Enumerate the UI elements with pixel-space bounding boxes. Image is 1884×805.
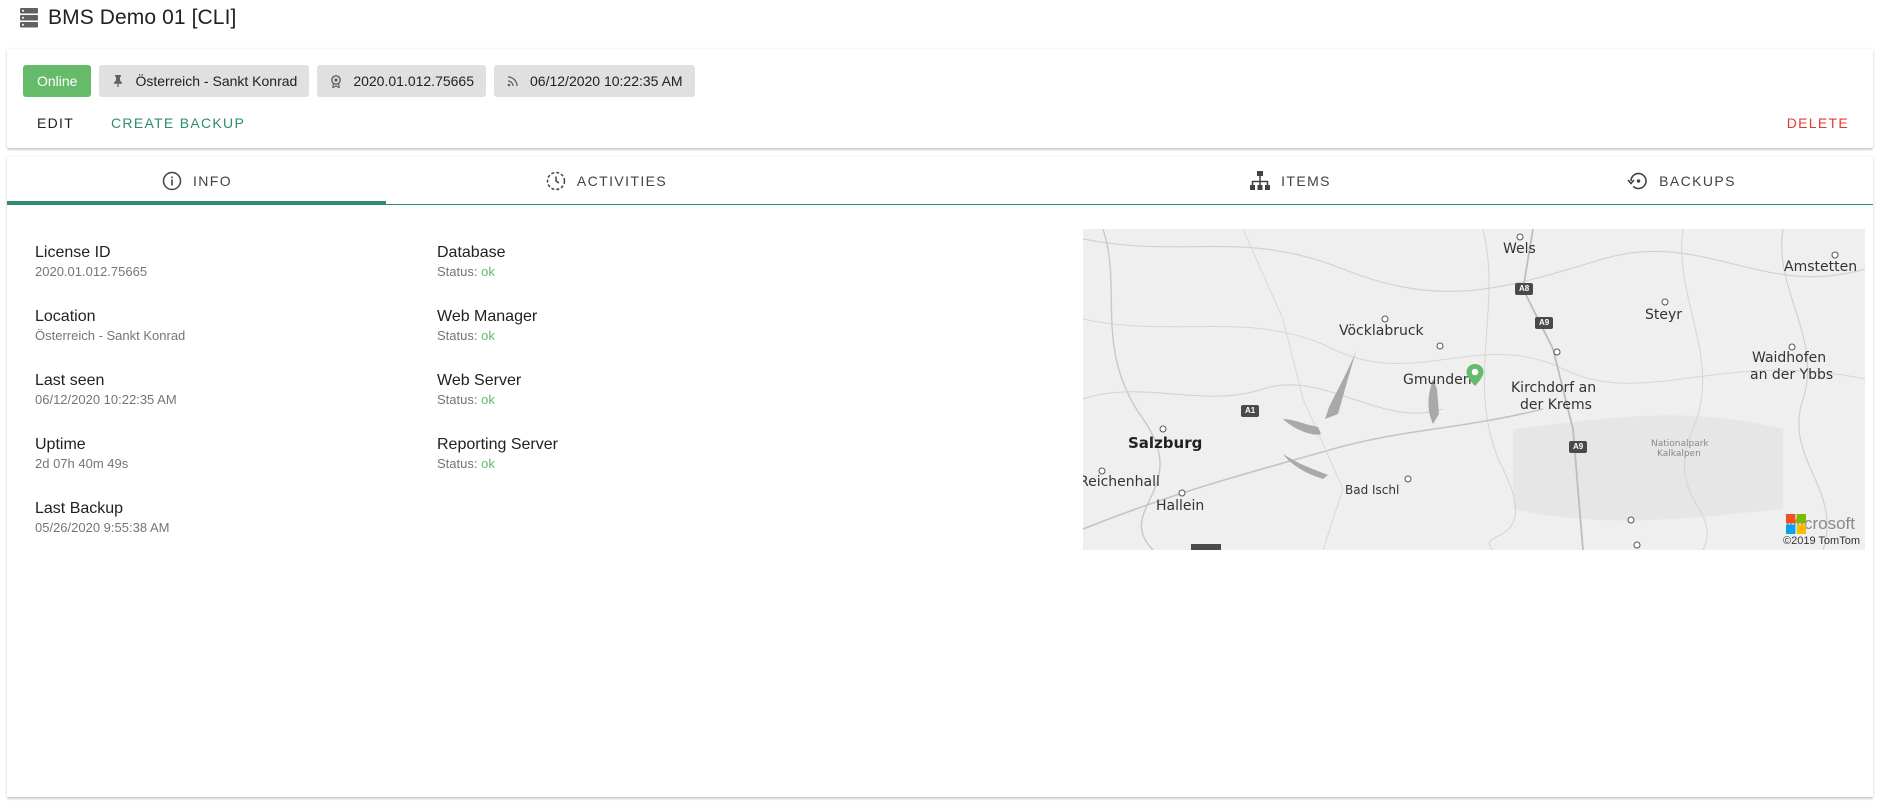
uptime-value: 2d 07h 40m 49s	[35, 456, 129, 471]
status-online-label: Online	[37, 73, 78, 89]
reporting-server-status-value: ok	[481, 456, 495, 471]
location-map[interactable]: Wels Amstetten Steyr Vöcklabruck Gmunden…	[1083, 229, 1865, 550]
last-seen-label: Last seen	[35, 372, 105, 389]
tab-activities[interactable]: ACTIVITIES	[386, 157, 826, 204]
road-shield-a9-south: A9	[1569, 441, 1588, 453]
card-actions: EDIT CREATE BACKUP DELETE	[23, 111, 1857, 135]
last-seen-value: 06/12/2020 10:22:35 AM	[35, 392, 177, 407]
map-label-gmunden: Gmunden	[1403, 372, 1472, 388]
server-icon	[20, 7, 40, 29]
microsoft-icon	[1786, 514, 1807, 534]
last-seen-chip-label: 06/12/2020 10:22:35 AM	[530, 73, 683, 89]
license-id-value: 2020.01.012.75665	[35, 264, 148, 279]
location-chip-label: Österreich - Sankt Konrad	[135, 73, 298, 89]
tab-info-label: INFO	[192, 172, 233, 189]
backup-restore-icon	[1627, 170, 1649, 192]
database-status-value: ok	[481, 264, 495, 279]
details-panel: INFO ACTIVITIES ITEMS BACKUPS License ID…	[7, 157, 1873, 797]
status-prefix: Status:	[437, 328, 478, 343]
road-shield-a9-north: A9	[1535, 317, 1554, 329]
status-chips: Online Österreich - Sankt Konrad 2020.01…	[23, 65, 695, 97]
map-label-amstetten: Amstetten	[1784, 259, 1858, 275]
map-label-salzburg: Salzburg	[1128, 434, 1203, 452]
device-status-card: Online Österreich - Sankt Konrad 2020.01…	[7, 49, 1873, 148]
microsoft-logo: Microsoft	[1786, 514, 1855, 534]
delete-button[interactable]: DELETE	[1779, 111, 1857, 135]
license-chip-label: 2020.01.012.75665	[353, 73, 475, 89]
road-shield-a8: A8	[1515, 283, 1534, 295]
last-backup-value: 05/26/2020 9:55:38 AM	[35, 520, 170, 535]
license-icon	[329, 74, 343, 88]
map-label-bad-ischl: Bad Ischl	[1345, 483, 1400, 497]
uptime-field: Uptime 2d 07h 40m 49s	[35, 435, 128, 472]
map-label-hallein: Hallein	[1156, 498, 1205, 514]
uptime-label: Uptime	[35, 436, 86, 453]
license-chip: 2020.01.012.75665	[317, 65, 487, 97]
map-copyright[interactable]: ©2019 TomTom	[1783, 535, 1860, 547]
tab-backups-label: BACKUPS	[1659, 172, 1736, 189]
web-server-status-value: ok	[481, 392, 495, 407]
active-tab-indicator	[7, 201, 386, 204]
pin-icon	[111, 74, 125, 88]
map-label-voecklabruck: Vöcklabruck	[1339, 323, 1424, 339]
map-label-waidhofen-2: an der Ybbs	[1750, 367, 1834, 383]
location-value: Österreich - Sankt Konrad	[35, 328, 186, 343]
road-shield-a1: A1	[1241, 405, 1260, 417]
tab-items[interactable]: ITEMS	[1090, 157, 1490, 204]
info-icon	[161, 170, 183, 192]
web-manager-label: Web Manager	[437, 308, 538, 325]
tab-backups[interactable]: BACKUPS	[1490, 157, 1873, 204]
web-manager-status: Status: ok	[437, 328, 537, 344]
reporting-server-label: Reporting Server	[437, 436, 558, 453]
database-label: Database	[437, 244, 506, 261]
create-backup-button[interactable]: CREATE BACKUP	[103, 111, 253, 135]
status-prefix: Status:	[437, 456, 478, 471]
reporting-server-status: Status: ok	[437, 456, 558, 472]
map-label-kirchdorf-2: der Krems	[1520, 397, 1592, 413]
tab-bar: INFO ACTIVITIES ITEMS BACKUPS	[7, 157, 1873, 205]
map-label-nationalpark-1: Nationalpark	[1651, 439, 1709, 449]
map-label-steyr: Steyr	[1645, 307, 1683, 323]
map-label-waidhofen-1: Waidhofen	[1752, 350, 1827, 366]
tab-info[interactable]: INFO	[7, 157, 386, 204]
web-server-service: Web Server Status: ok	[437, 371, 521, 408]
reporting-server-service: Reporting Server Status: ok	[437, 435, 558, 472]
database-status: Status: ok	[437, 264, 506, 280]
last-seen-field: Last seen 06/12/2020 10:22:35 AM	[35, 371, 177, 408]
status-prefix: Status:	[437, 392, 478, 407]
last-backup-field: Last Backup 05/26/2020 9:55:38 AM	[35, 499, 169, 536]
status-online-chip: Online	[23, 65, 92, 97]
web-manager-service: Web Manager Status: ok	[437, 307, 537, 344]
sitemap-icon	[1249, 170, 1271, 192]
web-server-status: Status: ok	[437, 392, 521, 408]
page-title: BMS Demo 01 [CLI]	[48, 6, 237, 29]
web-manager-status-value: ok	[481, 328, 495, 343]
tab-items-label: ITEMS	[1281, 172, 1331, 189]
history-icon	[545, 170, 567, 192]
license-id-field: License ID 2020.01.012.75665	[35, 243, 147, 280]
license-id-label: License ID	[35, 244, 111, 261]
status-prefix: Status:	[437, 264, 478, 279]
location-label: Location	[35, 308, 96, 325]
edit-button[interactable]: EDIT	[29, 111, 82, 135]
location-field: Location Österreich - Sankt Konrad	[35, 307, 185, 344]
database-service: Database Status: ok	[437, 243, 506, 280]
tab-activities-label: ACTIVITIES	[576, 172, 668, 189]
map-label-wels: Wels	[1503, 241, 1536, 257]
signal-icon	[506, 74, 520, 88]
last-seen-chip: 06/12/2020 10:22:35 AM	[494, 65, 695, 97]
map-label-kirchdorf-1: Kirchdorf an	[1511, 380, 1597, 396]
map-label-reichenhall: Reichenhall	[1083, 474, 1160, 490]
web-server-label: Web Server	[437, 372, 522, 389]
location-chip: Österreich - Sankt Konrad	[99, 65, 310, 97]
map-label-nationalpark-2: Kalkalpen	[1657, 449, 1701, 459]
last-backup-label: Last Backup	[35, 500, 124, 517]
page-header: BMS Demo 01 [CLI]	[20, 4, 236, 32]
